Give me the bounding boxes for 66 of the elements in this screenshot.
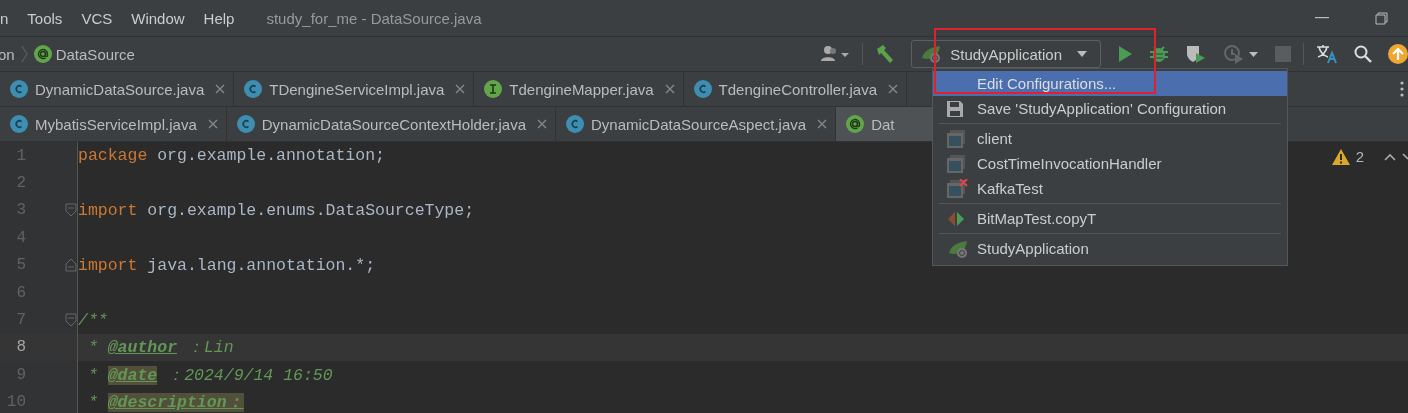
menu-item[interactable]: BitMapTest.copyT	[933, 206, 1287, 231]
menu-item[interactable]: Tools	[27, 9, 71, 27]
save-icon	[947, 100, 963, 117]
menu-item[interactable]: n	[0, 9, 17, 27]
test-icon	[947, 209, 965, 228]
menu-item[interactable]: KafkaTest	[933, 176, 1287, 201]
code-line: /**	[78, 310, 108, 330]
fold-icon[interactable]	[65, 258, 77, 273]
menu-item[interactable]: Save 'StudyApplication' Configuration	[933, 96, 1287, 121]
warning-icon	[1331, 148, 1350, 165]
update-icon[interactable]	[1388, 44, 1408, 64]
close-icon[interactable]	[207, 119, 218, 129]
editor-tab[interactable]: DynamicDataSource.java	[0, 72, 235, 106]
close-icon[interactable]	[537, 119, 547, 129]
menu-item[interactable]: StudyApplication	[933, 236, 1287, 261]
coverage-icon[interactable]	[1185, 44, 1207, 64]
editor-tab[interactable]: DynamicDataSourceAspect.java	[556, 107, 837, 141]
window-icon	[947, 178, 969, 199]
class-icon	[244, 80, 263, 98]
close-icon[interactable]	[888, 84, 899, 94]
editor-tab[interactable]: TdengineMapper.java	[474, 72, 684, 106]
close-icon[interactable]	[664, 84, 675, 94]
annotation-icon	[33, 45, 52, 63]
line-number: 8	[15, 338, 26, 357]
menu-item[interactable]: VCS	[81, 9, 121, 27]
editor-tab[interactable]: MybatisServiceImpl.java	[0, 107, 227, 141]
code-line: package org.example.annotation;	[78, 146, 385, 166]
code-line: import org.example.enums.DataSourceType;	[78, 200, 475, 220]
profiler-icon[interactable]	[1223, 44, 1259, 64]
warning-count: 2	[1355, 148, 1364, 165]
breadcrumb-item[interactable]: DataSource	[33, 45, 135, 63]
annotation-icon	[846, 115, 865, 133]
editor-tab[interactable]: TDengineServiceImpl.java	[234, 72, 475, 106]
menu-item[interactable]: Edit Configurations...	[933, 71, 1287, 96]
code-line: * @date ：2024/9/14 16:50	[86, 364, 333, 386]
code-line: * @author ：Lin	[86, 337, 234, 359]
run-icon[interactable]	[1117, 45, 1133, 63]
class-icon	[693, 80, 712, 98]
caret-icon	[1076, 50, 1088, 58]
bug-icon[interactable]	[1149, 44, 1169, 64]
editor-tab[interactable]: DynamicDataSourceContextHolder.java	[226, 107, 556, 141]
class-icon	[236, 115, 255, 133]
editor-tab[interactable]: TdengineController.java	[683, 72, 908, 106]
user-icon[interactable]	[820, 45, 851, 63]
code-line: import java.lang.annotation.*;	[78, 255, 376, 275]
class-icon	[10, 115, 28, 133]
hammer-icon[interactable]	[875, 44, 896, 64]
window-title: study_for_me - DataSource.java	[266, 9, 482, 27]
fold-icon[interactable]	[65, 203, 77, 218]
close-icon[interactable]	[455, 84, 466, 94]
menu-item[interactable]: Window	[131, 9, 193, 27]
class-icon	[566, 115, 584, 133]
search-icon[interactable]	[1354, 45, 1372, 63]
close-icon[interactable]	[215, 84, 226, 94]
restore-icon[interactable]	[1375, 11, 1388, 25]
interface-icon	[484, 80, 503, 98]
more-icon[interactable]	[1400, 81, 1404, 97]
translate-icon[interactable]	[1316, 44, 1338, 64]
menu-item[interactable]: CostTimeInvocationHandler	[933, 151, 1287, 176]
class-icon	[10, 80, 28, 98]
chevron-icon	[20, 45, 28, 63]
fold-icon[interactable]	[65, 313, 77, 328]
close-icon[interactable]	[817, 119, 828, 129]
menu-item[interactable]: client	[933, 126, 1287, 151]
minimize-icon[interactable]	[1315, 17, 1329, 19]
menu-item[interactable]: Help	[203, 9, 243, 27]
